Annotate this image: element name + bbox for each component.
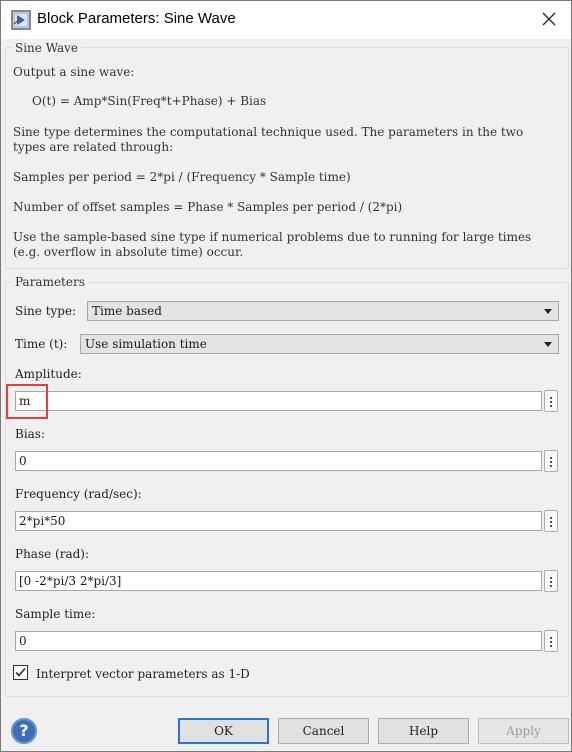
phase-options-button[interactable] (544, 570, 558, 592)
checkmark-icon (15, 668, 26, 677)
title-bar: Block Parameters: Sine Wave (1, 1, 571, 39)
description-line: Number of offset samples = Phase * Sampl… (13, 200, 403, 214)
amplitude-field[interactable]: m (15, 391, 542, 411)
description-line: types are related through: (13, 140, 174, 154)
phase-label: Phase (rad): (15, 547, 90, 561)
amplitude-options-button[interactable] (544, 390, 558, 412)
description-line: Sine type determines the computational t… (13, 125, 524, 139)
bias-options-button[interactable] (544, 450, 558, 472)
phase-value: [0 -2*pi/3 2*pi/3] (19, 574, 122, 588)
help-question-icon[interactable]: ? (11, 718, 37, 744)
close-button[interactable] (537, 7, 561, 31)
description-formula: O(t) = Amp*Sin(Freq*t+Phase) + Bias (32, 94, 267, 108)
description-legend: Sine Wave (12, 41, 82, 55)
simulink-block-icon (11, 10, 31, 30)
sample-time-label: Sample time: (15, 607, 96, 621)
bias-field[interactable]: 0 (15, 451, 542, 471)
bias-label: Bias: (15, 427, 46, 441)
close-icon (542, 12, 556, 26)
frequency-value: 2*pi*50 (19, 514, 66, 528)
time-value: Use simulation time (85, 337, 207, 351)
time-label: Time (t): (15, 337, 68, 351)
highlight-box (6, 384, 48, 419)
interpret-label: Interpret vector parameters as 1-D (36, 667, 250, 681)
chevron-down-icon (544, 309, 552, 314)
description-line: (e.g. overflow in absolute time) occur. (13, 245, 244, 259)
frequency-label: Frequency (rad/sec): (15, 487, 142, 501)
help-button[interactable]: Help (378, 718, 469, 744)
bias-value: 0 (19, 454, 27, 468)
sample-time-options-button[interactable] (544, 630, 558, 652)
interpret-checkbox[interactable] (13, 665, 28, 680)
apply-button: Apply (478, 718, 569, 744)
sine-type-value: Time based (92, 304, 162, 318)
ok-button[interactable]: OK (178, 718, 269, 744)
phase-field[interactable]: [0 -2*pi/3 2*pi/3] (15, 571, 542, 591)
frequency-field[interactable]: 2*pi*50 (15, 511, 542, 531)
chevron-down-icon (544, 342, 552, 347)
description-line: Output a sine wave: (13, 65, 135, 79)
description-line: Use the sample-based sine type if numeri… (13, 230, 532, 244)
cancel-button[interactable]: Cancel (278, 718, 369, 744)
sine-type-label: Sine type: (15, 304, 77, 318)
frequency-options-button[interactable] (544, 510, 558, 532)
parameters-legend: Parameters (12, 275, 88, 289)
sine-type-select[interactable]: Time based (87, 301, 559, 321)
window-title: Block Parameters: Sine Wave (37, 10, 236, 27)
time-select[interactable]: Use simulation time (80, 334, 559, 354)
description-line: Samples per period = 2*pi / (Frequency *… (13, 170, 351, 184)
sample-time-value: 0 (19, 634, 27, 648)
amplitude-label: Amplitude: (15, 367, 82, 381)
sample-time-field[interactable]: 0 (15, 631, 542, 651)
dialog-window: Block Parameters: Sine Wave Sine Wave Ou… (0, 0, 572, 752)
